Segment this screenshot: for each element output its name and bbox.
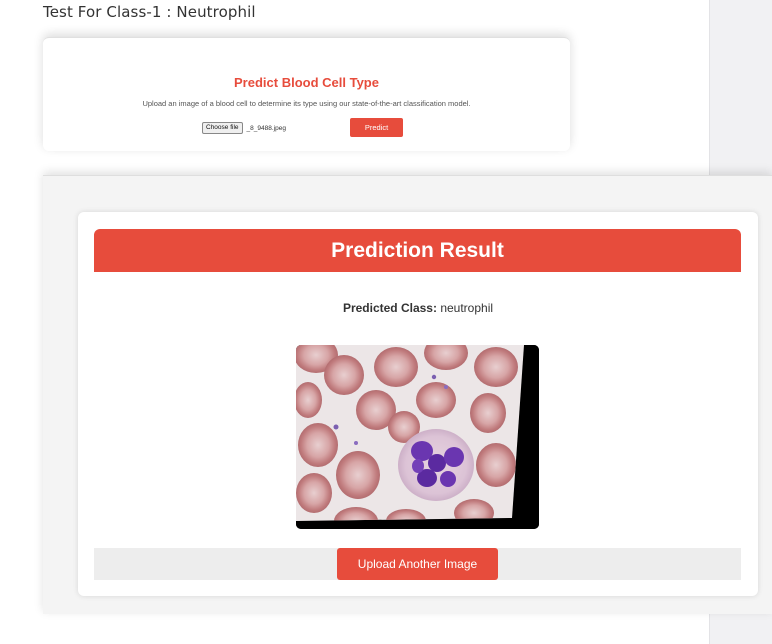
predict-button[interactable]: Predict	[350, 118, 403, 137]
upload-form-panel: Predict Blood Cell Type Upload an image …	[43, 37, 570, 151]
predicted-class-value: neutrophil	[440, 301, 494, 315]
result-footer: Upload Another Image	[94, 548, 741, 580]
predicted-class-line: Predicted Class: neutrophil	[78, 301, 758, 315]
upload-form-description: Upload an image of a blood cell to deter…	[142, 99, 471, 108]
blood-cell-picture	[296, 345, 539, 529]
file-input[interactable]: Choose file _8_9488.jpeg	[202, 121, 286, 135]
upload-another-image-button[interactable]: Upload Another Image	[337, 548, 498, 580]
choose-file-button[interactable]: Choose file	[202, 122, 243, 134]
result-header: Prediction Result	[94, 229, 741, 272]
upload-form-title: Predict Blood Cell Type	[234, 75, 379, 90]
blood-cell-image	[296, 345, 539, 529]
predicted-class-label: Predicted Class:	[342, 301, 437, 315]
selected-file-name: _8_9488.jpeg	[246, 124, 286, 132]
result-panel: Prediction Result Predicted Class: neutr…	[43, 175, 772, 614]
result-card: Prediction Result Predicted Class: neutr…	[78, 212, 758, 596]
page-heading: Test For Class-1 : Neutrophil	[43, 3, 256, 21]
